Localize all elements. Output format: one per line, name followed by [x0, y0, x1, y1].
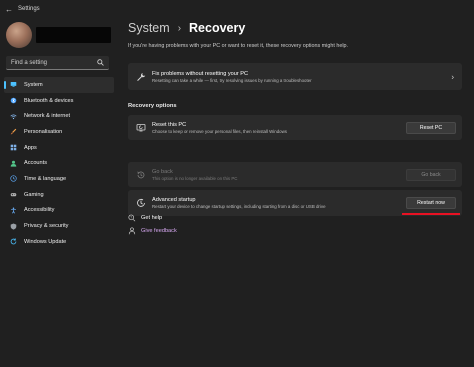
- fix-problems-title: Fix problems without resetting your PC: [152, 70, 249, 77]
- globe-clock-icon: [10, 175, 17, 183]
- chevron-right-icon: ›: [451, 72, 454, 81]
- person-icon: [10, 160, 17, 167]
- sidebar-item-label: Time & language: [24, 175, 67, 182]
- feedback-icon: [128, 226, 136, 234]
- sidebar-item-label: Gaming: [24, 191, 44, 198]
- sidebar-item-gaming[interactable]: Gaming: [4, 187, 114, 203]
- sidebar-item-label: Privacy & security: [24, 223, 69, 230]
- give-feedback-label: Give feedback: [141, 227, 177, 234]
- reset-pc-button[interactable]: Reset PC: [406, 121, 456, 134]
- sidebar-item-label: Windows Update: [24, 238, 67, 245]
- go-back-desc: This option is no longer available on th…: [152, 175, 238, 181]
- search-input[interactable]: Find a setting: [6, 56, 109, 70]
- profile[interactable]: [6, 22, 111, 48]
- breadcrumb-system[interactable]: System: [128, 21, 170, 35]
- title-bar: ← Settings: [0, 0, 474, 18]
- restart-highlight-underline: [402, 213, 460, 215]
- sidebar-item-label: Network & internet: [24, 113, 71, 120]
- brush-icon: [10, 129, 17, 135]
- fix-problems-desc: Resetting can take a while — first, try …: [152, 77, 312, 83]
- section-title: Recovery options: [128, 103, 177, 109]
- reset-pc-desc: Choose to keep or remove your personal f…: [152, 128, 287, 134]
- advanced-startup-title: Advanced startup: [152, 197, 196, 203]
- sidebar-item-label: Apps: [24, 144, 37, 151]
- sidebar-item-label: Personalisation: [24, 128, 63, 135]
- go-back-card: Go back This option is no longer availab…: [128, 162, 462, 187]
- breadcrumb-chevron-icon: ›: [177, 22, 182, 34]
- page-title: Recovery: [189, 21, 246, 35]
- advanced-startup-desc: Restart your device to change startup se…: [152, 204, 326, 209]
- monitor-icon: [10, 82, 17, 88]
- wifi-icon: [10, 114, 17, 119]
- accessibility-icon: [11, 207, 16, 214]
- window-title: Settings: [18, 6, 40, 12]
- sidebar-item-accessibility[interactable]: Accessibility: [4, 203, 114, 219]
- get-help-link[interactable]: ? Get help: [128, 211, 177, 224]
- sidebar-item-label: Accessibility: [24, 207, 55, 214]
- search-placeholder: Find a setting: [11, 59, 48, 66]
- sidebar-item-windows-update[interactable]: Windows Update: [4, 234, 114, 250]
- sidebar-item-personalisation[interactable]: Personalisation: [4, 124, 114, 140]
- sidebar-nav: System Bluetooth & devices Network & int…: [4, 77, 114, 250]
- sidebar-item-privacy-security[interactable]: Privacy & security: [4, 218, 114, 234]
- help-icon: ?: [128, 214, 136, 221]
- account-name-redacted: [36, 27, 111, 43]
- sidebar-item-apps[interactable]: Apps: [4, 140, 114, 156]
- avatar[interactable]: [6, 22, 32, 48]
- reset-icon: [136, 123, 146, 131]
- sidebar-item-network[interactable]: Network & internet: [4, 108, 114, 124]
- sidebar-item-label: System: [24, 81, 43, 88]
- search-icon: [97, 59, 104, 66]
- bluetooth-icon: [10, 97, 17, 104]
- reset-pc-card: Reset this PC Choose to keep or remove y…: [128, 115, 462, 140]
- advanced-startup-card: Advanced startup Restart your device to …: [128, 190, 462, 216]
- sidebar: Find a setting System Bluetooth & device…: [0, 18, 118, 367]
- breadcrumb: System › Recovery: [128, 21, 245, 35]
- reset-pc-title: Reset this PC: [152, 121, 187, 128]
- intro-text: If you're having problems with your PC o…: [128, 43, 349, 49]
- go-back-title: Go back: [152, 168, 173, 175]
- sidebar-item-label: Bluetooth & devices: [24, 97, 74, 104]
- history-icon: [137, 170, 145, 178]
- back-arrow-icon[interactable]: ←: [0, 5, 18, 14]
- go-back-button: Go back: [406, 168, 456, 181]
- sidebar-item-label: Accounts: [24, 160, 48, 167]
- advanced-startup-icon: [137, 198, 145, 207]
- sidebar-item-accounts[interactable]: Accounts: [4, 155, 114, 171]
- svg-text:?: ?: [130, 215, 132, 219]
- shield-icon: [10, 223, 17, 230]
- give-feedback-link[interactable]: Give feedback: [128, 224, 177, 237]
- wrench-icon: [137, 72, 146, 81]
- sidebar-item-time-language[interactable]: Time & language: [4, 171, 114, 187]
- sidebar-item-bluetooth[interactable]: Bluetooth & devices: [4, 93, 114, 109]
- fix-problems-card[interactable]: Fix problems without resetting your PC R…: [128, 63, 462, 90]
- update-icon: [10, 238, 17, 245]
- sidebar-item-system[interactable]: System: [4, 77, 114, 93]
- help-links: ? Get help Give feedback: [128, 211, 177, 237]
- apps-icon: [10, 144, 17, 151]
- restart-now-button[interactable]: Restart now: [406, 197, 456, 209]
- gamepad-icon: [10, 193, 17, 197]
- get-help-label: Get help: [141, 214, 163, 221]
